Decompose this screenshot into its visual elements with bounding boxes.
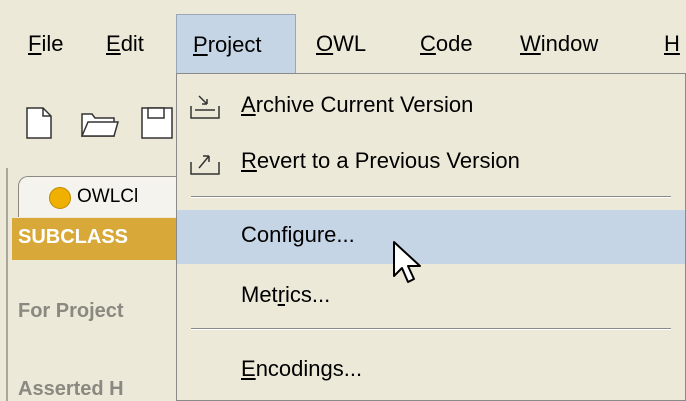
menu-help-mnemonic: H xyxy=(664,31,680,56)
menu-edit-label: dit xyxy=(120,31,144,56)
configure-label: Configure... xyxy=(241,222,355,247)
menu-bar: File Edit Project OWL Code Window H xyxy=(0,14,686,74)
menu-item-configure[interactable]: Configure... xyxy=(177,210,685,264)
menu-code-label: ode xyxy=(435,31,473,56)
menu-item-encodings[interactable]: Encodings... xyxy=(177,344,685,398)
menu-project[interactable]: Project xyxy=(176,14,296,74)
revert-label: Revert to a Previous Version xyxy=(241,148,520,173)
menu-item-metrics[interactable]: Metrics... xyxy=(177,270,685,324)
menu-window[interactable]: Window xyxy=(520,14,598,74)
menu-item-archive-current-version[interactable]: Archive Current Version xyxy=(177,80,685,134)
menu-code[interactable]: Code xyxy=(420,14,473,74)
menu-owl-label: WL xyxy=(333,31,367,56)
new-file-icon[interactable] xyxy=(24,106,54,140)
encodings-label: Encodings... xyxy=(241,356,363,381)
menu-help[interactable]: H xyxy=(664,14,680,74)
tab-owl-classes-label: OWLCl xyxy=(77,186,139,207)
menu-code-mnemonic: C xyxy=(420,31,436,56)
menu-project-label: roject xyxy=(207,32,262,57)
menu-edit[interactable]: Edit xyxy=(106,14,144,74)
menu-owl-mnemonic: O xyxy=(316,31,334,56)
open-folder-icon[interactable] xyxy=(80,106,120,140)
menu-owl[interactable]: OWL xyxy=(316,14,366,74)
project-dropdown-menu: Archive Current Version Revert to a Prev… xyxy=(176,73,686,401)
menu-separator xyxy=(191,196,671,198)
metrics-label: Metrics... xyxy=(241,282,331,307)
mouse-cursor-icon xyxy=(393,241,421,283)
revert-icon xyxy=(190,155,220,175)
menu-edit-mnemonic: E xyxy=(106,31,121,56)
status-dot-icon xyxy=(49,187,71,209)
menu-file-mnemonic: F xyxy=(28,31,42,56)
menu-file-label: ile xyxy=(41,31,64,56)
subclass-header-label: SUBCLASS xyxy=(18,226,129,248)
menu-project-mnemonic: P xyxy=(193,32,208,57)
menu-window-label: indow xyxy=(540,31,599,56)
menu-window-mnemonic: W xyxy=(520,31,541,56)
for-project-label: For Project xyxy=(18,300,124,322)
menu-file[interactable]: File xyxy=(28,14,63,74)
archive-label: Archive Current Version xyxy=(241,92,474,117)
menu-item-revert-previous-version[interactable]: Revert to a Previous Version xyxy=(177,136,685,190)
asserted-hierarchy-label: Asserted H xyxy=(18,378,124,400)
archive-icon xyxy=(190,95,220,119)
menu-separator xyxy=(191,328,671,330)
save-icon[interactable] xyxy=(140,106,176,140)
